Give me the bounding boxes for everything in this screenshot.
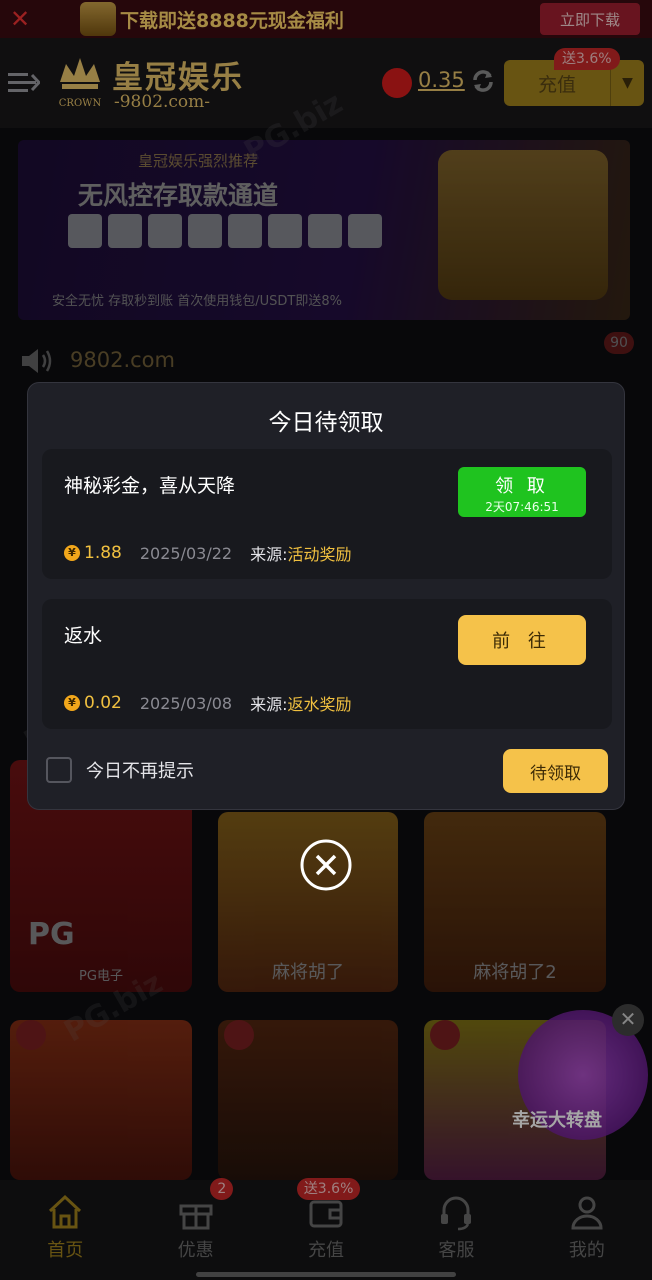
reward-date: 2025/03/22 (139, 543, 233, 563)
reward-date: 2025/03/08 (139, 693, 233, 713)
source-label: 来源: (250, 695, 288, 714)
source-value: 返水奖励 (287, 695, 352, 714)
dont-remind-checkbox[interactable] (46, 757, 72, 783)
source-label: 来源: (250, 545, 288, 564)
reward-meta: ¥ 0.02 2025/03/08 来源: 返水奖励 (64, 691, 352, 715)
reward-item: 返水 前 往 ¥ 0.02 2025/03/08 来源: 返水奖励 (42, 599, 612, 729)
dont-remind-label: 今日不再提示 (86, 761, 194, 782)
reward-amount: 1.88 (84, 543, 122, 563)
reward-amount: 0.02 (84, 693, 122, 713)
claim-label: 领 取 (495, 476, 549, 497)
modal-title: 今日待领取 (268, 410, 384, 436)
go-button[interactable]: 前 往 (458, 615, 586, 665)
reward-item: 神秘彩金，喜从天降 领 取 2天07:46:51 ¥ 1.88 2025/03/… (42, 449, 612, 579)
reward-meta: ¥ 1.88 2025/03/22 来源: 活动奖励 (64, 541, 352, 565)
source-value: 活动奖励 (287, 545, 352, 564)
reward-title: 返水 (64, 625, 103, 647)
reward-title: 神秘彩金，喜从天降 (64, 475, 236, 497)
dont-remind-row[interactable]: 今日不再提示 (46, 757, 194, 783)
claim-countdown: 2天07:46:51 (485, 500, 559, 514)
claim-button[interactable]: 领 取 2天07:46:51 (458, 467, 586, 517)
close-icon[interactable] (299, 838, 353, 892)
coin-icon: ¥ (64, 695, 80, 711)
coin-icon: ¥ (64, 545, 80, 561)
pending-claim-button[interactable]: 待领取 (503, 749, 608, 793)
rewards-modal: 今日待领取 神秘彩金，喜从天降 领 取 2天07:46:51 ¥ 1.88 20… (27, 382, 625, 810)
